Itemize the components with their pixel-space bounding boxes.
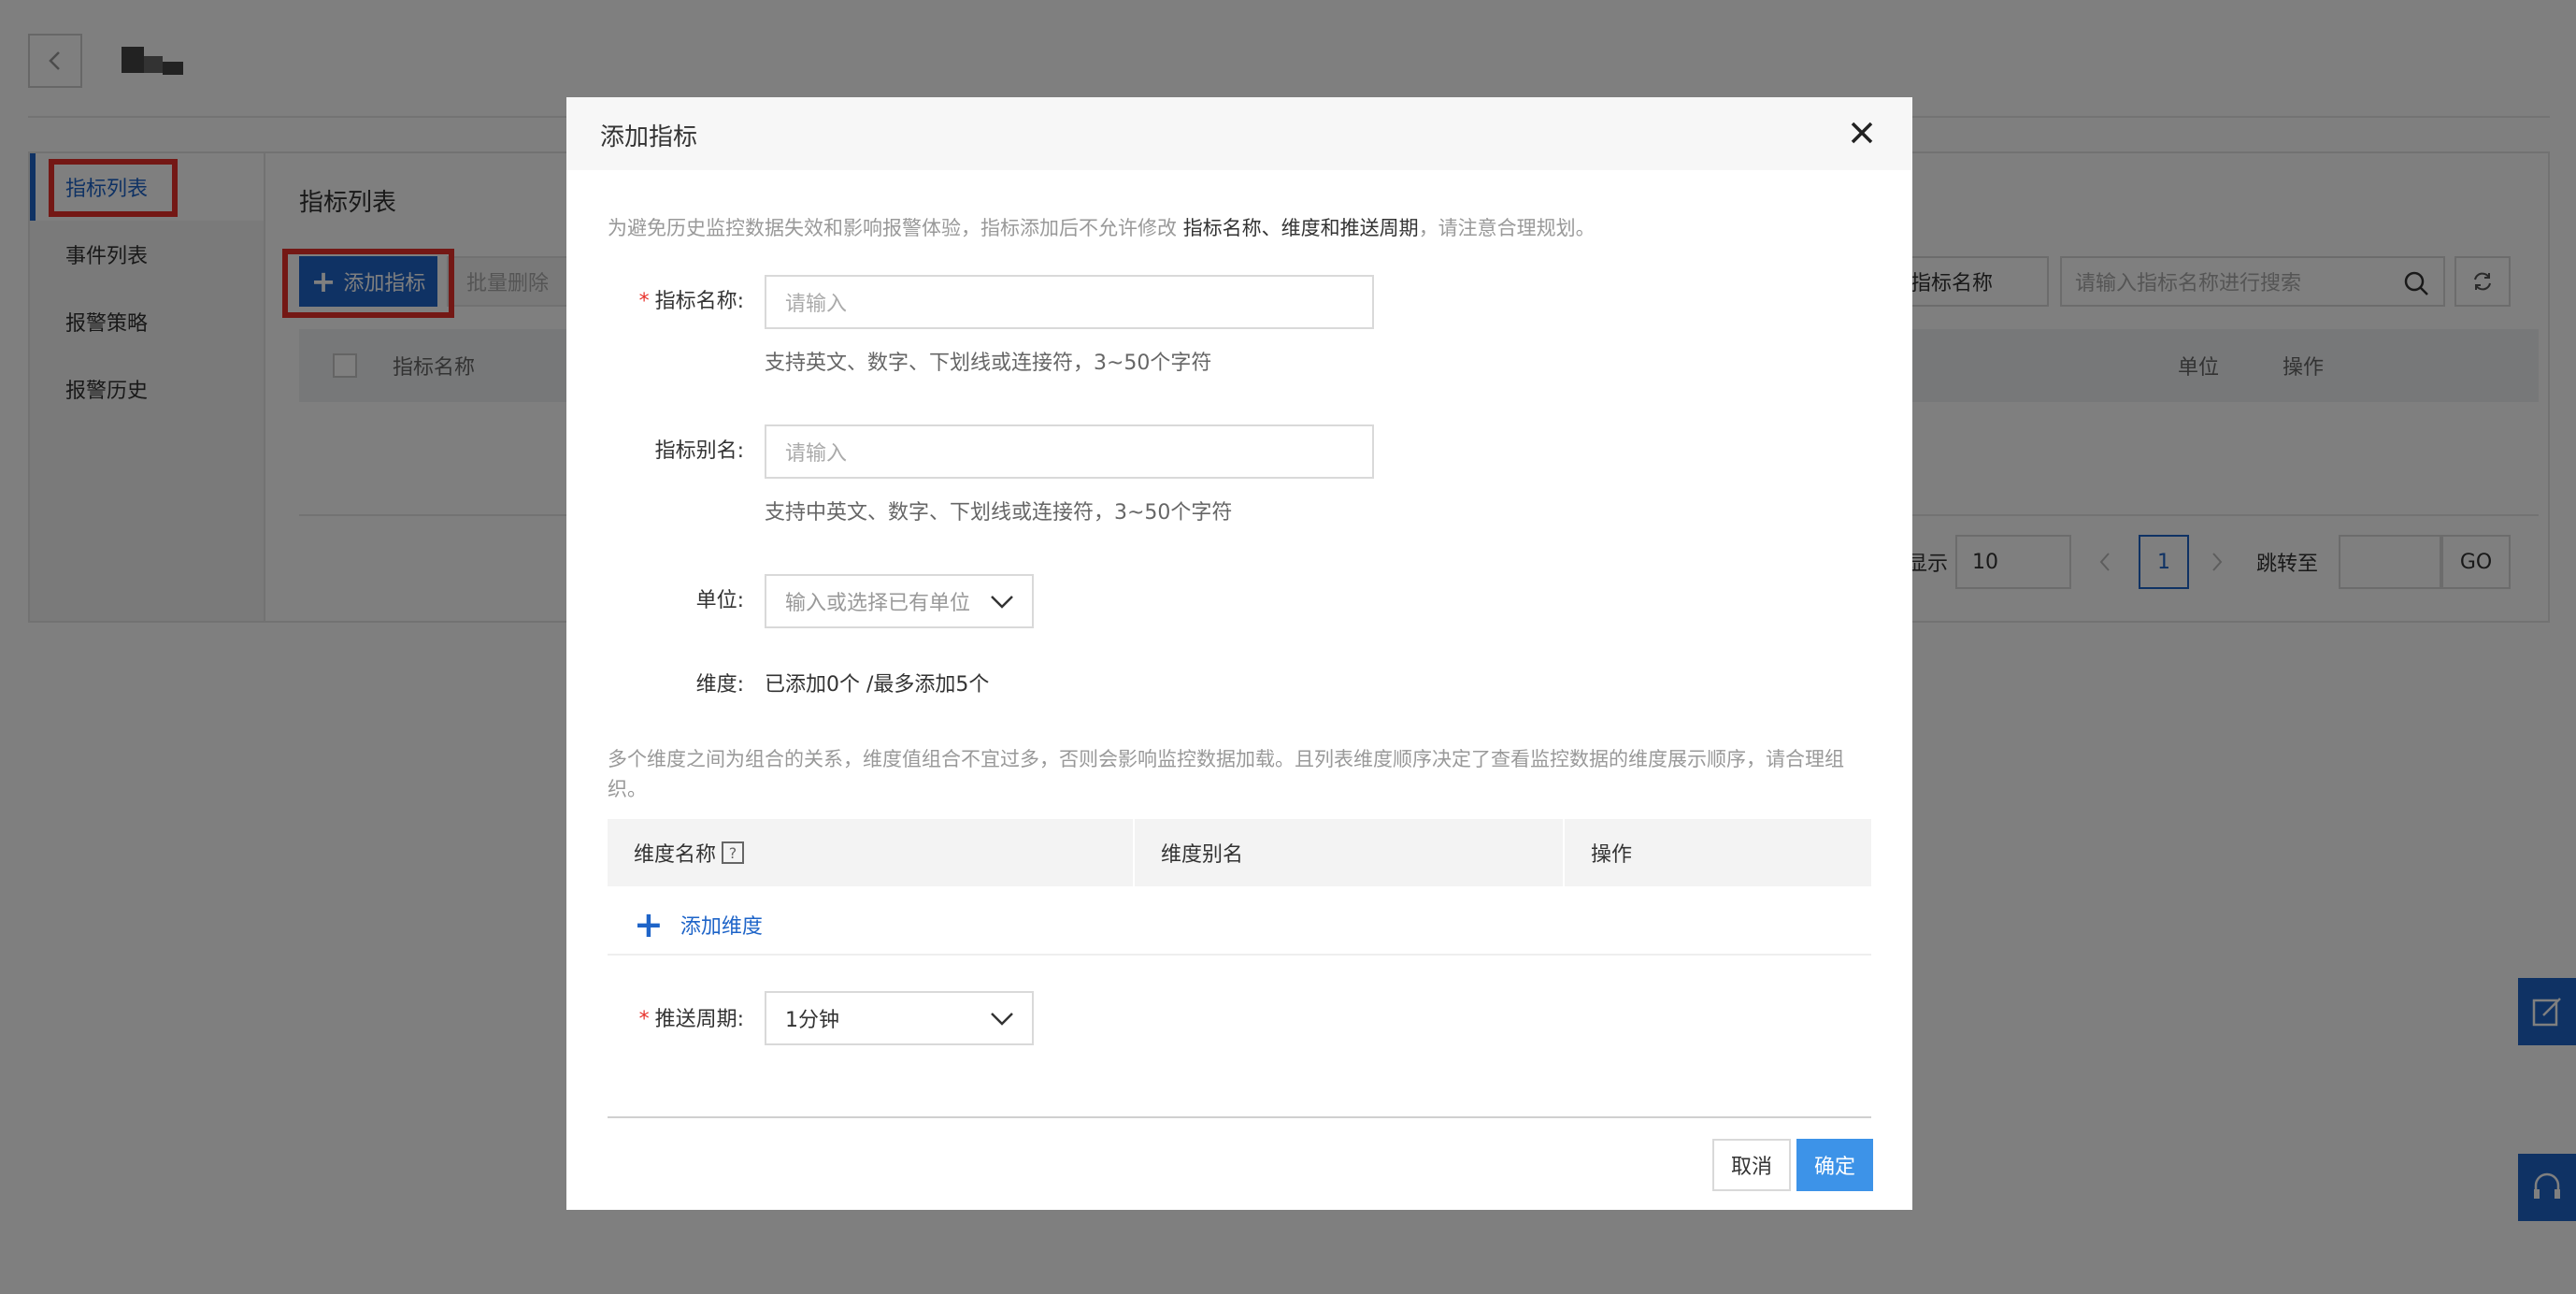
confirm-button[interactable]: 确定 [1796, 1139, 1873, 1191]
notice-bold: 指标名称、维度和推送周期 [1182, 217, 1419, 239]
unit-label: 单位: [695, 589, 744, 612]
add-dimension-label: 添加维度 [680, 915, 763, 939]
close-icon[interactable] [1845, 116, 1879, 150]
metric-name-input[interactable]: 请输入 [765, 275, 1374, 329]
column-separator [1563, 819, 1565, 886]
footer-divider [608, 1116, 1871, 1118]
chevron-down-icon [991, 596, 1013, 609]
metric-alias-label: 指标别名: [654, 439, 744, 463]
dialog-header: 添加指标 [566, 97, 1912, 170]
dialog-notice: 为避免历史监控数据失效和影响报警体验，指标添加后不允许修改 指标名称、维度和推送… [608, 213, 1596, 241]
push-period-value: 1分钟 [785, 1009, 839, 1032]
metric-name-label: * 指标名称: [566, 284, 744, 314]
push-period-label: * 推送周期: [566, 1002, 744, 1032]
metric-name-hint: 支持英文、数字、下划线或连接符，3~50个字符 [765, 352, 1212, 375]
metric-name-placeholder: 请输入 [785, 293, 848, 316]
unit-select[interactable]: 输入或选择已有单位 [765, 574, 1034, 628]
unit-placeholder: 输入或选择已有单位 [785, 592, 971, 615]
notice-prefix: 为避免历史监控数据失效和影响报警体验，指标添加后不允许修改 [608, 217, 1183, 239]
metric-name-label-text: 指标名称: [654, 290, 744, 313]
add-metric-dialog: 添加指标 为避免历史监控数据失效和影响报警体验，指标添加后不允许修改 指标名称、… [566, 97, 1912, 1210]
column-header-dimension-actions: 操作 [1591, 843, 1633, 867]
column-header-dimension-alias: 维度别名 [1161, 843, 1244, 867]
metric-alias-input[interactable]: 请输入 [765, 424, 1374, 479]
notice-suffix: ，请注意合理规划。 [1418, 217, 1596, 239]
push-period-select[interactable]: 1分钟 [765, 991, 1034, 1045]
help-icon[interactable]: ? [722, 841, 745, 864]
dimension-notice: 多个维度之间为组合的关系，维度值组合不宜过多，否则会影响监控数据加载。且列表维度… [608, 748, 1844, 800]
metric-alias-placeholder: 请输入 [785, 442, 848, 466]
dimension-count: 已添加0个 /最多添加5个 [765, 673, 990, 697]
plus-icon: + [634, 904, 664, 945]
chevron-down-icon [991, 1013, 1013, 1026]
dialog-title: 添加指标 [600, 123, 698, 151]
push-period-label-text: 推送周期: [654, 1008, 744, 1031]
column-separator [1133, 819, 1135, 886]
metric-alias-hint: 支持中英文、数字、下划线或连接符，3~50个字符 [765, 501, 1233, 525]
add-dimension-button[interactable]: + 添加维度 [634, 901, 763, 948]
column-header-dimension-name: 维度名称 ? [634, 819, 745, 886]
dimension-label: 维度: [695, 673, 744, 697]
dimension-name-header-text: 维度名称 [634, 843, 717, 867]
required-mark: * [638, 290, 650, 313]
required-mark: * [638, 1008, 650, 1031]
cancel-button[interactable]: 取消 [1712, 1139, 1791, 1191]
dimension-divider [608, 954, 1871, 956]
dimension-table-header: 维度名称 ? 维度别名 操作 [608, 819, 1871, 886]
